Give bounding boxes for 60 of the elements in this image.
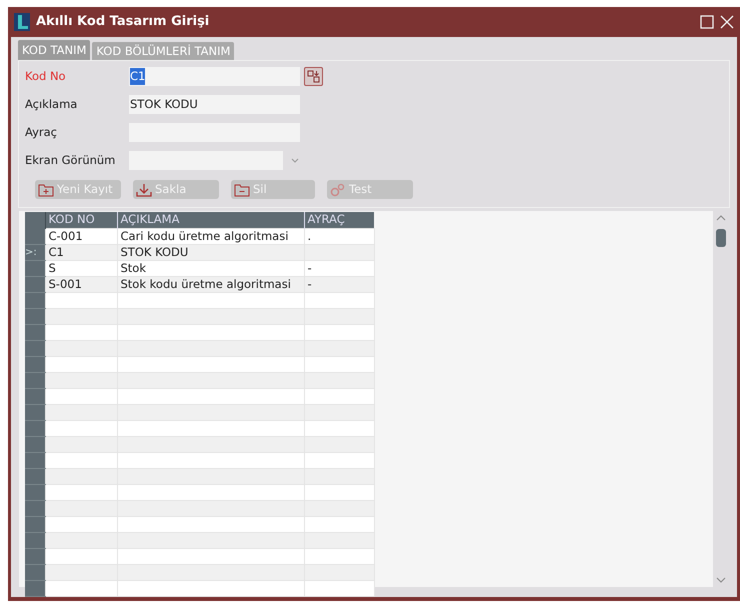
field-label: Açıklama (25, 96, 78, 113)
table-cell: - (304, 276, 374, 292)
row-indicator[interactable] (25, 324, 45, 340)
scroll-thumb[interactable] (716, 229, 726, 247)
table-cell: Stok (117, 260, 304, 276)
row-indicator[interactable] (25, 228, 45, 244)
column-header[interactable]: AÇIKLAMA (117, 212, 304, 228)
row-indicator[interactable] (25, 484, 45, 500)
row-header-corner (25, 212, 45, 228)
tab[interactable]: KOD TANIM (18, 40, 90, 60)
row-indicator[interactable] (25, 548, 45, 564)
input-field[interactable]: C1 (129, 67, 300, 86)
table-cell: - (304, 260, 374, 276)
row-indicator[interactable] (25, 388, 45, 404)
folder-plus-icon (38, 182, 54, 196)
row-indicator[interactable] (25, 468, 45, 484)
tab[interactable]: KOD BÖLÜMLERİ TANIM (92, 42, 234, 60)
column-header[interactable]: KOD NO (45, 212, 117, 228)
row-indicator[interactable] (25, 580, 45, 596)
field-label: Kod No (25, 68, 67, 85)
scroll-down-icon[interactable] (716, 577, 726, 583)
field-label: Ekran Görünüm (25, 152, 116, 169)
gears-icon (330, 182, 346, 196)
row-indicator[interactable] (25, 404, 45, 420)
table-cell: STOK KODU (117, 244, 304, 260)
row-indicator[interactable] (25, 516, 45, 532)
row-indicator[interactable] (25, 340, 45, 356)
row-indicator[interactable]: >: (25, 244, 45, 260)
row-indicator[interactable] (25, 420, 45, 436)
table-cell: S-001 (45, 276, 117, 292)
row-indicator[interactable] (25, 564, 45, 580)
row-indicator[interactable] (25, 308, 45, 324)
table-cell: S (45, 260, 117, 276)
table-cell: C1 (45, 244, 117, 260)
table-cell: Stok kodu üretme algoritmasi (117, 276, 304, 292)
grid-icon (307, 70, 320, 83)
table-cell: C-001 (45, 228, 117, 244)
maximize-icon[interactable] (700, 15, 714, 29)
close-icon[interactable] (720, 15, 734, 29)
table-cell: . (304, 228, 374, 244)
scroll-up-icon[interactable] (716, 215, 726, 221)
app-logo-icon (14, 13, 30, 31)
row-indicator[interactable] (25, 532, 45, 548)
folder-minus-icon (234, 182, 250, 196)
row-indicator[interactable] (25, 276, 45, 292)
download-icon (136, 182, 152, 196)
picker-button[interactable] (304, 67, 323, 86)
input-field[interactable]: STOK KODU (129, 95, 300, 114)
row-indicator[interactable] (25, 292, 45, 308)
row-indicator[interactable] (25, 436, 45, 452)
table-cell: Cari kodu üretme algoritmasi (117, 228, 304, 244)
field-label: Ayraç (25, 124, 58, 141)
row-indicator[interactable] (25, 356, 45, 372)
window-title: Akıllı Kod Tasarım Girişi (36, 13, 210, 32)
column-header[interactable]: AYRAÇ (304, 212, 374, 228)
row-indicator[interactable] (25, 452, 45, 468)
row-indicator[interactable] (25, 260, 45, 276)
caret-icon[interactable] (291, 158, 299, 163)
row-indicator[interactable] (25, 372, 45, 388)
row-indicator[interactable] (25, 500, 45, 516)
